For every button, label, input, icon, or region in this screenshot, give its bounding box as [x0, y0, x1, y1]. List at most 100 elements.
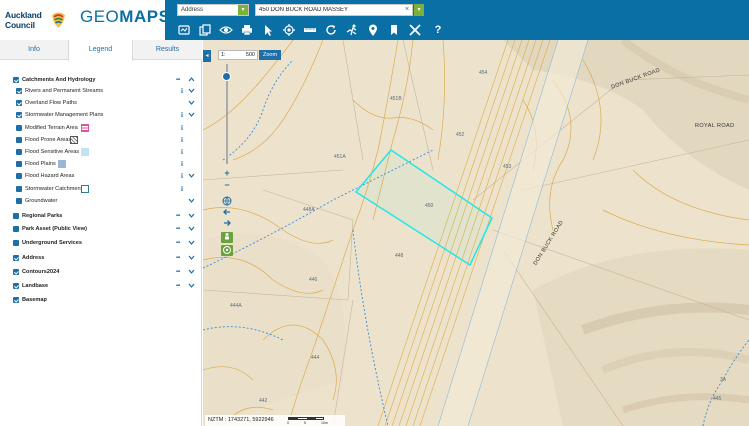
more-options-icon[interactable]: ••• [176, 281, 180, 291]
eye-icon[interactable] [219, 23, 233, 37]
layer-checkbox[interactable] [13, 226, 19, 232]
address-label: 444 [311, 355, 320, 361]
layer-checkbox[interactable] [16, 88, 22, 94]
more-options-icon[interactable]: ••• [176, 253, 180, 263]
address-search-input[interactable] [255, 4, 413, 16]
legend-layer-row[interactable]: Flood Prone Areas i [0, 135, 202, 145]
layer-checkbox[interactable] [16, 198, 22, 204]
zoom-in-button[interactable]: + [221, 168, 233, 179]
layer-checkbox[interactable] [16, 186, 22, 192]
legend-layer-row[interactable]: Overland Flow Paths [0, 98, 202, 108]
chevron-down-icon[interactable]: ▾ [238, 5, 248, 15]
chevron-down-icon[interactable] [188, 212, 195, 223]
layer-checkbox[interactable] [16, 100, 22, 106]
more-options-icon[interactable]: ••• [176, 211, 180, 221]
info-icon[interactable]: i [181, 147, 183, 157]
legend-layer-row[interactable]: Flood Hazard Areas i [0, 171, 202, 181]
layer-checkbox[interactable] [16, 149, 22, 155]
arrow-left-icon[interactable] [221, 207, 233, 218]
legend-layer-row[interactable]: Rivers and Permanent Streams i [0, 86, 202, 96]
legend-layer-row[interactable]: Stormwater Catchments i [0, 184, 202, 194]
chevron-down-icon[interactable] [188, 87, 195, 98]
legend-layer-row[interactable]: Groundwater [0, 196, 202, 206]
layer-checkbox[interactable] [13, 283, 19, 289]
clear-search-icon[interactable]: × [403, 5, 411, 15]
layer-checkbox[interactable] [13, 213, 19, 219]
legend-layer-row[interactable]: Modified Terrain Area i [0, 123, 202, 133]
search-type-select[interactable]: Address ▾ [177, 4, 249, 16]
map-layers-icon[interactable] [177, 23, 191, 37]
chevron-down-icon[interactable] [188, 197, 195, 208]
legend-layer-row[interactable]: Regional Parks ••• [0, 211, 202, 221]
refresh-icon[interactable] [324, 23, 338, 37]
info-icon[interactable]: i [181, 159, 183, 169]
tab-results[interactable]: Results [133, 40, 202, 60]
legend-layer-row[interactable]: Landbase ••• [0, 281, 202, 291]
legend-layer-row[interactable]: Underground Services ••• [0, 238, 202, 248]
tools-icon[interactable] [408, 23, 422, 37]
legend-layer-row[interactable]: Address ••• [0, 253, 202, 263]
zoom-out-button[interactable]: − [221, 180, 233, 191]
layer-checkbox[interactable] [16, 173, 22, 179]
tab-info[interactable]: Info [0, 40, 68, 60]
more-options-icon[interactable]: ••• [176, 224, 180, 234]
chevron-down-icon[interactable] [188, 282, 195, 293]
aerial-toggle-icon[interactable] [221, 245, 233, 256]
zoom-to-scale-button[interactable]: Zoom [259, 50, 281, 60]
more-options-icon[interactable]: ••• [176, 267, 180, 277]
chevron-down-icon[interactable] [188, 99, 195, 110]
layer-checkbox[interactable] [13, 269, 19, 275]
print-icon[interactable] [240, 23, 254, 37]
more-options-icon[interactable]: ••• [176, 238, 180, 248]
layer-checkbox[interactable] [13, 255, 19, 261]
legend-layer-row[interactable]: Contours2024 ••• [0, 267, 202, 277]
cursor-icon[interactable] [261, 23, 275, 37]
info-icon[interactable]: i [181, 135, 183, 145]
help-icon[interactable]: ? [431, 23, 445, 37]
info-icon[interactable]: i [181, 171, 183, 181]
chevron-down-icon[interactable] [188, 111, 195, 122]
legend-layer-row[interactable]: Catchments And Hydrology ••• [0, 75, 202, 85]
arrow-right-icon[interactable] [221, 218, 233, 229]
address-label: 444A [230, 303, 242, 309]
legend-layer-row[interactable]: Flood Plains i [0, 159, 202, 169]
locate-icon[interactable] [282, 23, 296, 37]
chevron-down-icon[interactable] [188, 239, 195, 250]
run-icon[interactable] [345, 23, 359, 37]
tab-legend[interactable]: Legend [68, 40, 133, 61]
pin-icon[interactable] [366, 23, 380, 37]
scale-input[interactable]: 1: 500 [218, 50, 258, 60]
info-icon[interactable]: i [181, 184, 183, 194]
layer-label: Catchments And Hydrology [22, 77, 96, 83]
more-options-icon[interactable]: ••• [176, 75, 180, 85]
search-go-button[interactable]: ▾ [414, 4, 424, 16]
layer-checkbox[interactable] [13, 297, 19, 303]
layer-checkbox[interactable] [16, 112, 22, 118]
auckland-council-logo[interactable]: Auckland Council [5, 8, 67, 34]
info-icon[interactable]: i [181, 110, 183, 120]
street-view-icon[interactable] [221, 232, 233, 243]
copy-icon[interactable] [198, 23, 212, 37]
legend-layer-row[interactable]: Stormwater Management Plans i [0, 110, 202, 120]
chevron-down-icon[interactable] [188, 254, 195, 265]
layer-checkbox[interactable] [16, 161, 22, 167]
layer-checkbox[interactable] [16, 137, 22, 143]
zoom-slider-handle[interactable] [222, 72, 231, 81]
measure-icon[interactable] [303, 23, 317, 37]
layer-checkbox[interactable] [16, 125, 22, 131]
info-icon[interactable]: i [181, 86, 183, 96]
layer-checkbox[interactable] [13, 77, 19, 83]
legend-layer-row[interactable]: Basemap [0, 295, 202, 305]
layer-checkbox[interactable] [13, 240, 19, 246]
legend-layer-row[interactable]: Flood Sensitive Areas i [0, 147, 202, 157]
legend-layer-row[interactable]: Park Asset (Public View) ••• [0, 224, 202, 234]
chevron-down-icon[interactable] [188, 225, 195, 236]
chevron-down-icon[interactable] [188, 172, 195, 183]
info-icon[interactable]: i [181, 123, 183, 133]
collapse-panel-button[interactable]: ◂ [203, 50, 211, 62]
legend-swatch [81, 185, 89, 193]
chevron-down-icon[interactable] [188, 268, 195, 279]
globe-icon[interactable] [221, 196, 233, 207]
bookmark-icon[interactable] [387, 23, 401, 37]
map-canvas[interactable]: DON BUCK ROAD ROYAL ROAD DON BUCK ROAD 4… [203, 40, 749, 426]
